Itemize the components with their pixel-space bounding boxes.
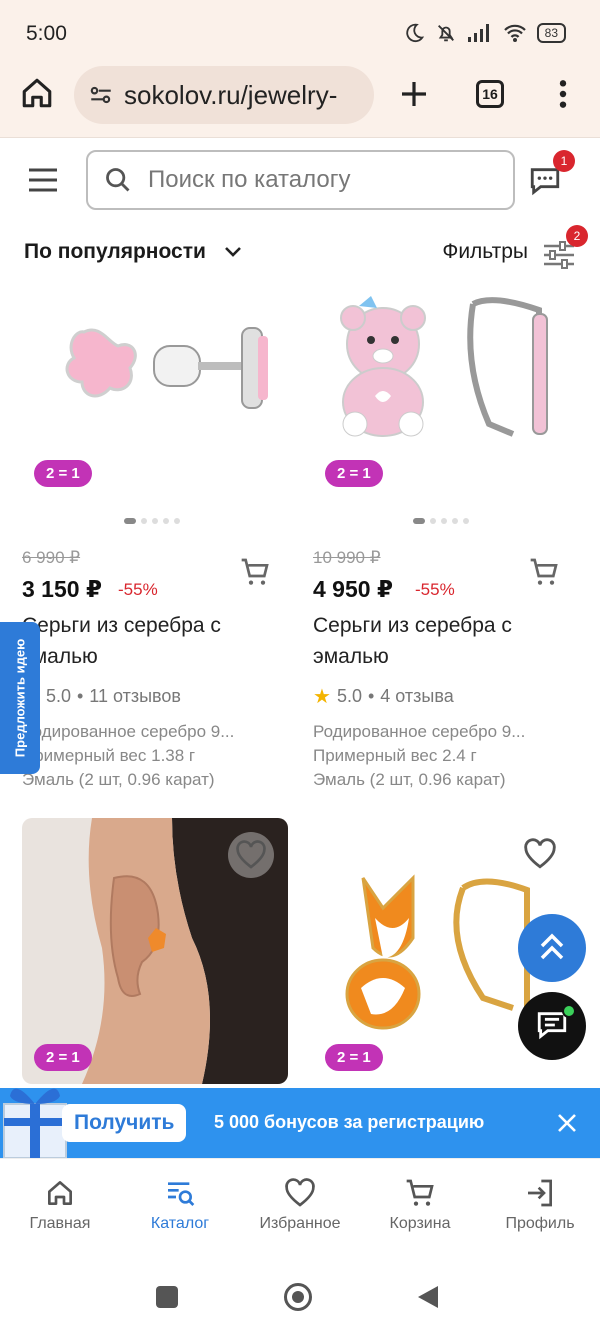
banner-text: 5 000 бонусов за регистрацию [214,1112,485,1132]
heart-icon [236,840,266,869]
promo-badge: 2 = 1 [34,1044,92,1071]
nav-home[interactable]: Главная [0,1159,120,1258]
new-tab-icon[interactable] [398,78,430,110]
product-name[interactable]: Серьги из серебра с эмалью [313,610,563,672]
rating-value: 5.0 [336,686,362,706]
url-text: sokolov.ru/jewelry- [124,79,338,110]
tab-switcher-button[interactable]: 16 [476,80,504,108]
product-card[interactable]: 2 = 1 6 990 ₽ 3 150 ₽ -55% Серьги из сер… [22,284,292,804]
sort-dropdown[interactable]: По популярности [24,240,242,264]
product-card[interactable]: 2 = 1 [22,818,292,1084]
image-carousel-dots [124,518,180,524]
recent-apps-button[interactable] [156,1286,178,1308]
scroll-top-button[interactable] [518,914,586,982]
filters-badge: 2 [566,225,588,247]
sort-label: По популярности [24,240,206,263]
old-price: 6 990 ₽ [22,548,81,567]
status-time: 5:00 [26,22,67,45]
heart-icon[interactable] [523,838,557,870]
reviews-count: 11 отзывов [89,686,181,706]
product-image[interactable] [22,284,292,524]
double-chevron-up-icon [540,933,564,960]
promo-badge: 2 = 1 [34,460,92,487]
nav-catalog[interactable]: Каталог [120,1159,240,1258]
status-bar: 5:00 83 [0,0,600,66]
product-description: Родированное серебро 9... Примерный вес … [313,722,526,789]
discount-label: -55% [415,580,455,599]
battery-indicator: 83 [536,23,566,43]
sort-filter-row: По популярности Фильтры 2 [0,225,600,282]
moon-icon [405,23,424,43]
suggest-idea-tab[interactable]: Предложить идею [0,622,40,774]
price: 3 150 ₽ [22,576,102,602]
product-name[interactable]: Серьги из серебра с эмалью [22,610,272,672]
home-icon[interactable] [20,76,54,110]
favorite-button[interactable] [228,832,274,878]
old-price: 10 990 ₽ [313,548,381,567]
nav-profile[interactable]: Профиль [480,1159,600,1258]
menu-icon[interactable] [28,167,58,193]
image-carousel-dots [413,518,469,524]
search-box[interactable] [86,150,515,210]
site-settings-icon[interactable] [88,82,114,108]
more-menu-icon[interactable] [548,78,578,110]
online-indicator [562,1004,576,1018]
site-header: 1 [0,140,600,228]
rating: ★ 5.0 • 4 отзыва [313,686,454,708]
nav-favorites[interactable]: Избранное [240,1159,360,1258]
support-chat-button[interactable] [518,992,586,1060]
catalog-search-icon [168,1182,195,1206]
home-icon [48,1181,72,1205]
back-button[interactable] [416,1284,440,1310]
cart-icon[interactable] [527,556,561,588]
chat-badge: 1 [553,150,575,172]
get-bonus-button[interactable]: Получить [62,1104,187,1142]
system-navigation [0,1258,600,1332]
close-icon[interactable] [556,1112,578,1134]
rating: ★ 5.0 • 11 отзывов [22,684,181,709]
bear-earring-image [340,296,548,437]
promo-badge: 2 = 1 [325,1044,383,1071]
search-input[interactable] [148,166,468,194]
bell-off-icon [437,25,454,42]
discount-label: -55% [118,580,158,599]
filters-button[interactable]: Фильтры [442,240,528,264]
cart-icon[interactable] [238,556,272,588]
rating-value: 5.0 [45,686,71,706]
signal-icon [467,24,489,42]
suggest-idea-label: Предложить идею [12,638,28,758]
search-icon [106,168,130,192]
star-icon: ★ [313,686,331,708]
login-icon [528,1179,552,1207]
bonus-banner[interactable]: Получить 5 000 бонусов за регистрацию [0,1088,600,1158]
reviews-count: 4 отзыва [380,686,454,706]
flower-earring-image [65,327,268,409]
browser-toolbar: sokolov.ru/jewelry- 16 [0,66,600,138]
url-bar[interactable]: sokolov.ru/jewelry- [74,66,374,124]
nav-cart[interactable]: Корзина [360,1159,480,1258]
wifi-icon [503,24,526,42]
home-button[interactable] [284,1283,312,1311]
bottom-navigation: Главная Каталог Избранное Корзина Профил… [0,1158,600,1258]
cart-icon [406,1179,434,1206]
product-card[interactable]: 2 = 1 10 990 ₽ 4 950 ₽ -55% Серьги из се… [313,284,583,804]
chevron-down-icon [224,247,241,257]
product-image[interactable] [313,284,583,524]
product-description: Родированное серебро 9... Примерный вес … [22,722,235,789]
price: 4 950 ₽ [313,576,393,602]
heart-icon [285,1178,315,1207]
promo-badge: 2 = 1 [325,460,383,487]
